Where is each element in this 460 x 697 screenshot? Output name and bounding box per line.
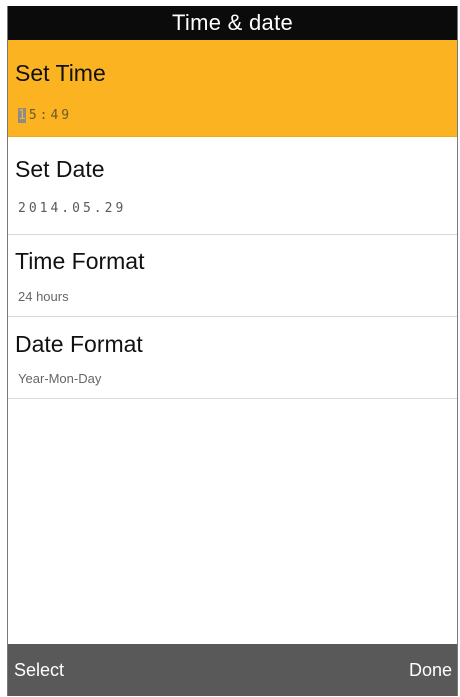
setting-item-time-format[interactable]: Time Format 24 hours	[8, 235, 457, 317]
setting-label: Date Format	[15, 331, 143, 357]
setting-item-set-time[interactable]: Set Time 1 5:49	[8, 40, 457, 137]
setting-item-date-format[interactable]: Date Format Year-Mon-Day	[8, 317, 457, 399]
settings-list: Set Time 1 5:49 Set Date 2014.05.29 Time …	[8, 40, 457, 399]
setting-item-set-date[interactable]: Set Date 2014.05.29	[8, 137, 457, 235]
setting-value: 2014.05.29	[18, 201, 127, 216]
text-cursor: 1	[18, 108, 26, 123]
title-bar: Time & date	[8, 6, 457, 40]
done-softkey[interactable]: Done	[409, 660, 452, 681]
page-title: Time & date	[171, 10, 294, 35]
softkey-bar: Select Done	[8, 644, 457, 696]
setting-label: Set Date	[15, 156, 105, 182]
time-value: 5:49	[28, 108, 73, 123]
setting-value: Year-Mon-Day	[18, 371, 102, 386]
setting-value: 1 5:49	[18, 108, 72, 123]
phone-screen: Time & date Set Time 1 5:49 Set Date 2014…	[7, 6, 458, 696]
setting-label: Time Format	[15, 248, 145, 274]
setting-value: 24 hours	[18, 289, 69, 304]
setting-label: Set Time	[15, 60, 106, 86]
select-softkey[interactable]: Select	[14, 660, 64, 681]
